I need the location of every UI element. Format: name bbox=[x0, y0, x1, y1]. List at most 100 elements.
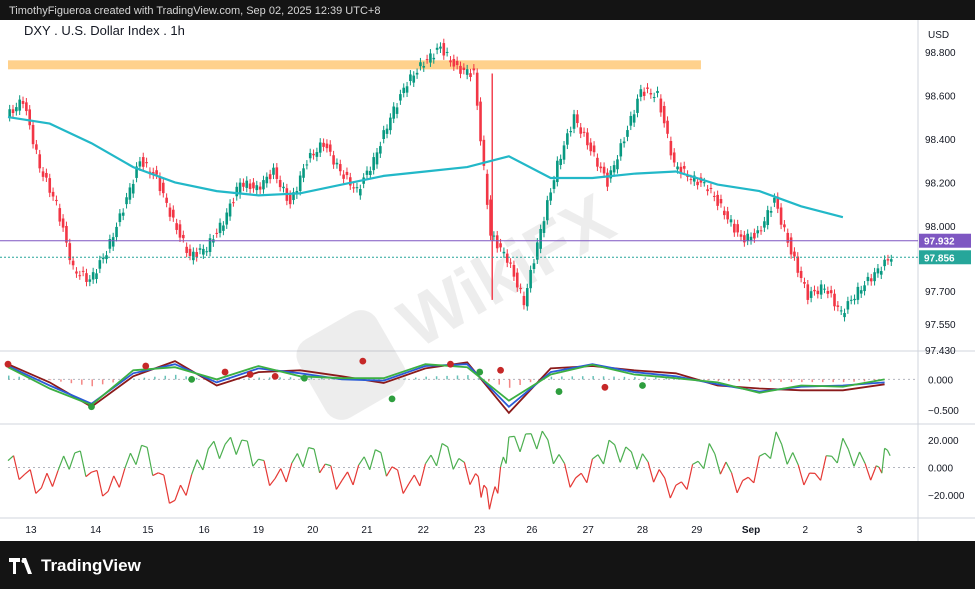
candle-body bbox=[205, 251, 208, 253]
cci-line-segment bbox=[836, 438, 844, 464]
cci-line-segment bbox=[180, 484, 187, 496]
candle-body bbox=[195, 252, 198, 258]
time-tick-label: 13 bbox=[25, 525, 37, 536]
cci-line-segment bbox=[886, 449, 891, 457]
cci-line-segment bbox=[792, 452, 799, 466]
candle-body bbox=[572, 114, 576, 129]
candle-body bbox=[118, 213, 122, 223]
oscillator-pane[interactable] bbox=[4, 357, 918, 415]
cci-line-segment bbox=[569, 477, 577, 488]
cci-line-segment bbox=[146, 447, 154, 476]
candle-body bbox=[846, 301, 850, 310]
time-tick-label: 14 bbox=[90, 525, 102, 536]
candle-body bbox=[559, 158, 562, 165]
oscillator-histogram-bar bbox=[571, 376, 574, 380]
cci-line-segment bbox=[625, 446, 632, 453]
oscillator-histogram-bar bbox=[623, 376, 626, 380]
cci-line-segment bbox=[40, 472, 48, 489]
candle-body bbox=[61, 218, 65, 228]
candle-body bbox=[369, 170, 372, 176]
candle-body bbox=[659, 98, 663, 113]
time-tick-label: 26 bbox=[526, 525, 538, 536]
candle-body bbox=[91, 272, 95, 280]
candle-body bbox=[646, 87, 649, 89]
oscillator-histogram-bar bbox=[842, 379, 845, 383]
candle-body bbox=[602, 166, 606, 174]
cci-line-segment bbox=[608, 439, 616, 446]
cci-line-segment bbox=[385, 466, 393, 477]
cci-line-segment bbox=[325, 463, 331, 467]
attribution-text: TimothyFigueroa created with TradingView… bbox=[9, 5, 381, 17]
brand-name: TradingView bbox=[41, 556, 141, 575]
candle-body bbox=[435, 47, 439, 50]
cci-line-segment bbox=[847, 449, 855, 467]
candle-body bbox=[265, 176, 269, 184]
candle-body bbox=[88, 279, 92, 282]
cci-line-segment bbox=[680, 481, 688, 490]
candle-body bbox=[305, 164, 309, 166]
dxy-chart[interactable]: WikiFX 97.932 97.856 98.800 98.600 98.400 98.… bbox=[0, 20, 975, 541]
resistance-zone bbox=[8, 60, 701, 70]
cci-line-segment bbox=[469, 473, 477, 485]
oscillator-histogram-bar bbox=[310, 377, 313, 380]
cci-line-segment bbox=[269, 478, 276, 486]
cci-line-segment bbox=[486, 488, 491, 510]
candle-body bbox=[873, 272, 876, 282]
candle-body bbox=[192, 251, 195, 261]
candle-body bbox=[525, 288, 529, 307]
crossover-dot bbox=[388, 395, 396, 403]
candle-body bbox=[335, 162, 339, 165]
cci-line-segment bbox=[497, 466, 502, 494]
candle-body bbox=[198, 248, 202, 250]
candle-body bbox=[649, 92, 653, 95]
cci-line-segment bbox=[725, 461, 733, 474]
cci-line-segment bbox=[369, 449, 376, 470]
candle-body bbox=[11, 109, 15, 114]
candle-body bbox=[138, 161, 142, 167]
oscillator-histogram-bar bbox=[195, 377, 198, 380]
cci-line-segment bbox=[213, 441, 221, 459]
candle-body bbox=[155, 170, 158, 175]
candle-body bbox=[282, 186, 285, 189]
oscillator-histogram-bar bbox=[81, 379, 83, 385]
candle-body bbox=[48, 178, 52, 193]
candle-body bbox=[202, 248, 205, 255]
crossover-dot bbox=[246, 371, 254, 378]
candle-body bbox=[766, 210, 770, 226]
candle-body bbox=[8, 109, 11, 118]
candle-body bbox=[55, 199, 58, 202]
candle-body bbox=[232, 202, 235, 204]
cci-line-segment bbox=[669, 485, 677, 499]
candle-body bbox=[729, 219, 733, 223]
cci-line-segment bbox=[602, 440, 610, 465]
cci-line-segment bbox=[141, 444, 148, 448]
candle-body bbox=[639, 89, 643, 97]
tradingview-logo[interactable]: TradingView bbox=[9, 555, 141, 577]
cci-line-segment bbox=[51, 470, 59, 487]
cci-line-segment bbox=[335, 480, 343, 490]
candle-body bbox=[509, 262, 512, 264]
cci-line-segment bbox=[558, 454, 566, 464]
candle-body bbox=[65, 225, 68, 243]
candle-body bbox=[626, 130, 629, 137]
candle-body bbox=[709, 187, 713, 189]
cci-pane[interactable] bbox=[7, 430, 918, 510]
candle-body bbox=[719, 199, 723, 204]
candle-body bbox=[863, 285, 866, 292]
candle-body bbox=[769, 210, 773, 213]
candle-body bbox=[385, 128, 389, 134]
candle-body bbox=[125, 197, 128, 205]
candle-body bbox=[629, 115, 633, 126]
cci-line-segment bbox=[158, 472, 165, 476]
tradingview-logo-icon bbox=[9, 558, 32, 574]
cci-line-segment bbox=[413, 474, 421, 487]
oscillator-line bbox=[7, 363, 885, 407]
cci-line-segment bbox=[79, 450, 87, 477]
oscillator-histogram-bar bbox=[707, 379, 709, 381]
candle-body bbox=[566, 133, 569, 145]
cci-line-segment bbox=[769, 431, 777, 459]
candle-body bbox=[58, 208, 62, 222]
candle-body bbox=[582, 131, 586, 133]
footer-bar: TradingView bbox=[0, 541, 975, 589]
candle-body bbox=[345, 171, 349, 176]
